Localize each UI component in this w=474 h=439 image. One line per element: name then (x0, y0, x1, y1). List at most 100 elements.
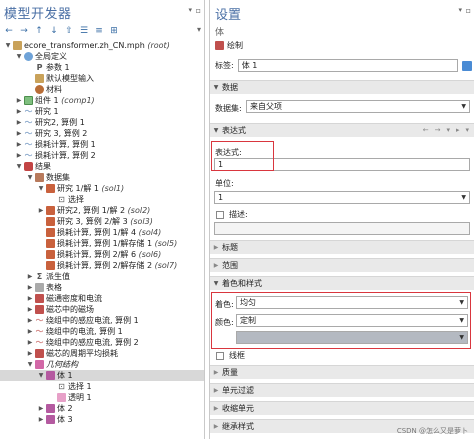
tree-node[interactable]: ▶ 〜绕组中的电流, 算例 1 (0, 326, 204, 337)
tree-node[interactable]: 研究 3, 算例 2/解 3 (sol3) (0, 216, 204, 227)
tree-node[interactable]: 损耗计算, 算例 1/解 4 (sol4) (0, 227, 204, 238)
tree-node[interactable]: ▼ 数据集 (0, 172, 204, 183)
unit-select[interactable]: 1 ▼ (214, 191, 470, 204)
label-input[interactable] (237, 59, 458, 72)
collapsed-arrow-icon[interactable]: ▶ (26, 284, 34, 291)
collapse-all-icon[interactable]: ☰ (80, 26, 88, 36)
element-filter-section-header[interactable]: ▶ 单元过滤 (210, 383, 474, 397)
close-icon[interactable]: ▫ (196, 6, 201, 15)
tree-node[interactable]: ▶ 〜研究 3, 算例 2 (0, 128, 204, 139)
tree-node[interactable]: 透明 1 (0, 392, 204, 403)
tree-node[interactable]: 损耗计算, 算例 2/解存储 2 (sol7) (0, 260, 204, 271)
range-section-header[interactable]: ▶ 范围 (210, 258, 474, 272)
collapsed-arrow-icon[interactable]: ▶ (15, 97, 23, 104)
tree-options-icon[interactable]: ⊞ (110, 26, 118, 36)
tree-node[interactable]: ▼ 几何结构 (0, 359, 204, 370)
tree-node[interactable]: ▶ 磁通密度和电流 (0, 293, 204, 304)
tree-node[interactable]: ▶ 体 2 (0, 403, 204, 414)
tree-node[interactable]: ▶ Σ 派生值 (0, 271, 204, 282)
tree-node[interactable]: ▼ 结果 (0, 161, 204, 172)
tree-node[interactable]: ⊡ 选择 (0, 194, 204, 205)
show-more-icon[interactable]: ⇧ (65, 26, 73, 36)
tree-node[interactable]: ▶ 〜损耗计算, 算例 2 (0, 150, 204, 161)
param-icon: P (36, 63, 43, 72)
expanded-arrow-icon[interactable]: ▼ (37, 372, 45, 379)
tree-node[interactable]: P 参数 1 (0, 62, 204, 73)
expression-section-header[interactable]: ▼ 表达式 ← → ▾ ▸ ▾ (210, 123, 474, 137)
tree-node[interactable]: ▶ 〜绕组中的感应电流, 算例 2 (0, 337, 204, 348)
more-icon[interactable]: ▾ (465, 126, 469, 134)
globe-icon (24, 52, 33, 61)
insert-expression-icon[interactable]: ▸ (456, 126, 460, 134)
collapsed-arrow-icon[interactable]: ▶ (26, 350, 34, 357)
replace-expression-icon[interactable]: ▾ (446, 126, 450, 134)
tree-node[interactable]: ▶ 组件 1 (comp1) (0, 95, 204, 106)
tree-node[interactable]: ▶ 〜绕组中的感应电流, 算例 1 (0, 315, 204, 326)
plot-button[interactable]: 绘制 (215, 40, 243, 51)
tree-node[interactable]: 材料 (0, 84, 204, 95)
description-input[interactable] (214, 222, 470, 235)
collapsed-arrow-icon[interactable]: ▶ (26, 273, 34, 280)
dataset-select[interactable]: 来自父项 ▼ (246, 100, 470, 113)
tree-node[interactable]: ▼ 体 1 (0, 370, 204, 381)
tree-node[interactable]: ▶ 表格 (0, 282, 204, 293)
arrow-left-icon[interactable]: ← (423, 126, 429, 134)
collapsed-arrow-icon[interactable]: ▶ (26, 339, 34, 346)
expanded-arrow-icon[interactable]: ▼ (26, 174, 34, 181)
forward-icon[interactable]: → (20, 26, 28, 36)
tree-node[interactable]: 损耗计算, 算例 1/解存储 1 (sol5) (0, 238, 204, 249)
expanded-arrow-icon[interactable]: ▼ (37, 185, 45, 192)
collapsed-arrow-icon[interactable]: ▶ (15, 130, 23, 137)
collapsed-arrow-icon[interactable]: ▶ (15, 108, 23, 115)
back-icon[interactable]: ← (5, 26, 13, 36)
tree-node[interactable]: ▼ 全局定义 (0, 51, 204, 62)
section-title: 表达式 (222, 126, 246, 135)
expanded-arrow-icon[interactable]: ▼ (15, 53, 23, 60)
expanded-arrow-icon[interactable]: ▼ (15, 163, 23, 170)
pin-icon[interactable]: ▾ (188, 6, 192, 14)
move-down-icon[interactable]: ↓ (50, 26, 58, 36)
tree-node[interactable]: 默认模型输入 (0, 73, 204, 84)
arrow-right-icon[interactable]: → (435, 126, 441, 134)
quality-section-header[interactable]: ▶ 质量 (210, 365, 474, 379)
title-section-header[interactable]: ▶ 标题 (210, 240, 474, 254)
tree-node[interactable]: ▶ 〜损耗计算, 算例 1 (0, 139, 204, 150)
tree-node[interactable]: ▶ 体 3 (0, 414, 204, 425)
collapsed-arrow-icon[interactable]: ▶ (37, 405, 45, 412)
tree-node[interactable]: ▶ 〜研究 1 (0, 106, 204, 117)
move-up-icon[interactable]: ↑ (35, 26, 43, 36)
wireframe-checkbox[interactable] (216, 351, 224, 360)
section-title: 继承样式 (222, 422, 254, 431)
collapsed-arrow-icon[interactable]: ▶ (15, 141, 23, 148)
tree-node[interactable]: ▶ 〜研究2, 算例 1 (0, 117, 204, 128)
coloring-section-header[interactable]: ▼ 着色和样式 (210, 276, 474, 290)
collapsed-arrow-icon[interactable]: ▶ (26, 295, 34, 302)
tree-node[interactable]: ▼ 研究 1/解 1 (sol1) (0, 183, 204, 194)
expand-all-icon[interactable]: ≡ (95, 26, 103, 36)
collapsed-arrow-icon[interactable]: ▶ (26, 306, 34, 313)
close-icon[interactable]: ▫ (466, 6, 471, 15)
tree-node[interactable]: ▶ 磁芯的周期平均损耗 (0, 348, 204, 359)
data-section-header[interactable]: ▼ 数据 (210, 80, 474, 94)
pin-icon[interactable]: ▾ (458, 6, 462, 14)
expanded-arrow-icon[interactable]: ▼ (4, 42, 12, 49)
section-title: 着色和样式 (222, 279, 262, 288)
expanded-arrow-icon[interactable]: ▼ (26, 361, 34, 368)
collapsed-arrow-icon[interactable]: ▶ (26, 328, 34, 335)
tree-node[interactable]: ▼ ecore_transformer.zh_CN.mph (root) (0, 40, 204, 51)
description-checkbox[interactable] (216, 210, 224, 219)
tree-node[interactable]: 损耗计算, 算例 2/解 6 (sol6) (0, 249, 204, 260)
toolbar-menu-icon[interactable]: ▾ (197, 25, 201, 34)
collapsed-arrow-icon[interactable]: ▶ (26, 317, 34, 324)
reset-label-icon[interactable] (461, 60, 472, 71)
section-title: 收缩单元 (222, 404, 254, 413)
tree-node[interactable]: ▶ 磁芯中的磁场 (0, 304, 204, 315)
plot-icon (215, 41, 224, 50)
collapsed-arrow-icon[interactable]: ▶ (37, 416, 45, 423)
collapsed-arrow-icon[interactable]: ▶ (15, 119, 23, 126)
shrink-elements-section-header[interactable]: ▶ 收缩单元 (210, 401, 474, 415)
tree-node[interactable]: ▶ 研究2, 算例 1/解 2 (sol2) (0, 205, 204, 216)
tree-node[interactable]: ⊡ 选择 1 (0, 381, 204, 392)
collapsed-arrow-icon[interactable]: ▶ (15, 152, 23, 159)
collapsed-arrow-icon[interactable]: ▶ (37, 207, 45, 214)
